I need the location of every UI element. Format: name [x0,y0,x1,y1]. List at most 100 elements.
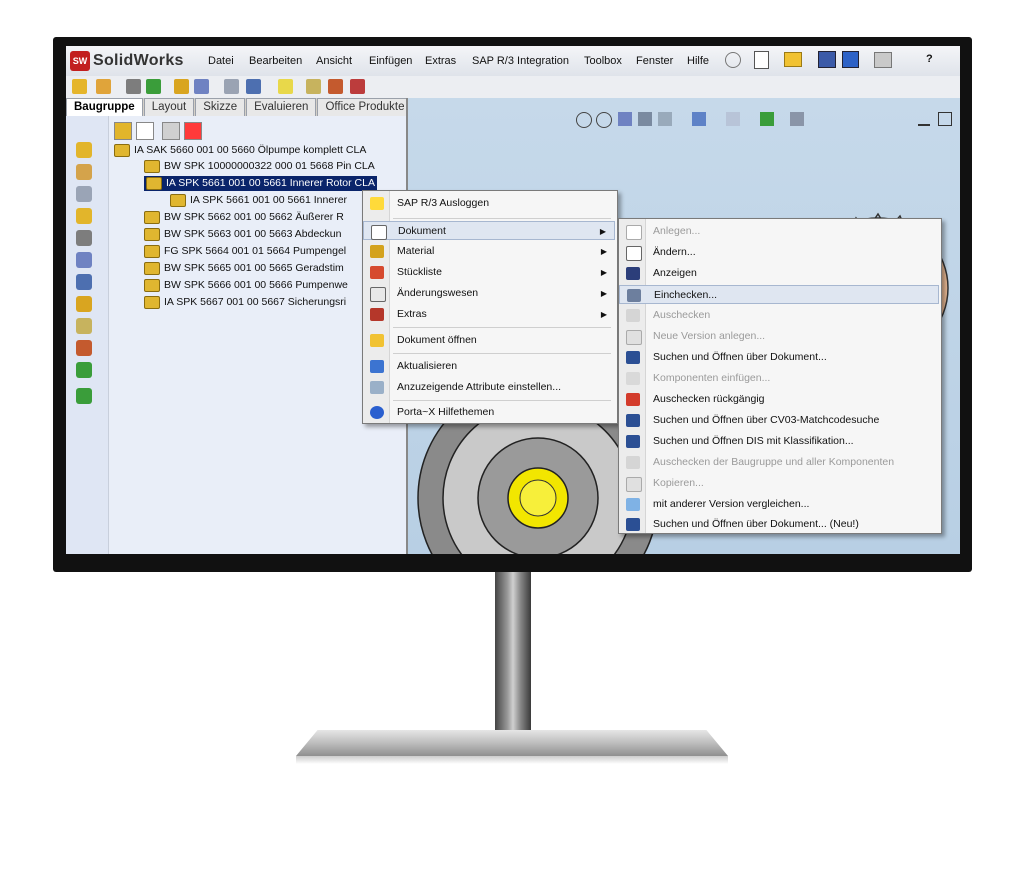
interference-icon[interactable] [350,79,365,94]
submenu-item-version-vergleichen[interactable]: mit anderer Version vergleichen... [619,495,939,514]
hide-show-items-icon[interactable] [726,112,740,126]
undo-icon[interactable] [874,52,892,68]
tree-item[interactable]: BW SPK 10000000322 000 01 5668 Pin CLA [144,159,375,174]
menu-sap-r3-integration[interactable]: SAP R/3 Integration [472,55,569,67]
tab-skizze[interactable]: Skizze [195,98,246,116]
menu-toolbox[interactable]: Toolbox [584,55,622,67]
menu-fenster[interactable]: Fenster [636,55,673,67]
panel-tool-icon[interactable] [76,296,92,312]
submenu-item-komponenten-einfuegen[interactable]: Komponenten einfügen... [619,369,939,388]
zoom-area-icon[interactable] [596,112,612,128]
submenu-item-kopieren[interactable]: Kopieren... [619,474,939,493]
help-menu-icon[interactable]: ? [926,53,933,65]
feature-tree-tab-icon[interactable] [114,122,132,140]
menu-item-sap-logout[interactable]: SAP R/3 Ausloggen [363,194,615,213]
view-orientation-icon[interactable] [658,112,672,126]
panel-tool-icon[interactable] [76,230,92,246]
open-icon[interactable] [784,52,802,67]
panel-tool-icon[interactable] [76,208,92,224]
submenu-item-aendern[interactable]: Ändern... [619,243,939,262]
rotate-component-icon[interactable] [194,79,209,94]
tree-item[interactable]: BW SPK 5663 001 00 5663 Abdeckun [144,227,341,242]
smart-fasteners-icon[interactable] [224,79,239,94]
checkin-icon [627,289,641,302]
pattern-icon[interactable] [146,79,161,94]
menu-item-dokument-oeffnen[interactable]: Dokument öffnen [363,331,615,350]
menu-hilfe[interactable]: Hilfe [687,55,709,67]
zoom-to-fit-icon[interactable] [576,112,592,128]
minimize-icon[interactable] [918,112,930,126]
tree-item[interactable]: IA SPK 5667 001 00 5667 Sicherungsri [144,295,346,310]
menu-separator [393,327,611,328]
menu-item-hilfethemen[interactable]: Porta~X Hilfethemen [363,403,615,422]
configuration-manager-tab-icon[interactable] [162,122,180,140]
submenu-item-auschecken[interactable]: Auschecken [619,306,939,325]
edit-appearance-icon[interactable] [760,112,774,126]
submenu-item-dis-klassifikation[interactable]: Suchen und Öffnen DIS mit Klassifikation… [619,432,939,451]
tree-item[interactable]: FG SPK 5664 001 01 5664 Pumpengel [144,244,346,259]
submenu-item-suchen-dokument[interactable]: Suchen und Öffnen über Dokument... [619,348,939,367]
panel-tool-icon[interactable] [76,340,92,356]
submenu-item-einchecken[interactable]: Einchecken... [619,285,939,304]
menu-item-attribute-einstellen[interactable]: Anzuzeigende Attribute einstellen... [363,378,615,397]
tree-item-root[interactable]: IA SAK 5660 001 00 5660 Ölpumpe komplett… [114,143,366,158]
explode-view-icon[interactable] [306,79,321,94]
panel-tool-icon[interactable] [76,164,92,180]
property-manager-tab-icon[interactable] [136,122,154,140]
menu-extras[interactable]: Extras [425,55,456,67]
tree-item[interactable]: BW SPK 5666 001 00 5666 Pumpenwe [144,278,348,293]
insert-component-icon[interactable] [72,79,87,94]
submenu-item-suchen-dokument-neu[interactable]: Suchen und Öffnen über Dokument... (Neu!… [619,515,939,534]
menu-datei[interactable]: Datei [208,55,234,67]
menu-item-extras[interactable]: Extras ▶ [363,305,615,324]
menu-bearbeiten[interactable]: Bearbeiten [249,55,302,67]
save-icon[interactable] [818,51,836,68]
tree-item[interactable]: IA SPK 5661 001 00 5661 Innerer [170,193,347,208]
tree-item-selected[interactable]: IA SPK 5661 001 00 5661 Innerer Rotor CL… [144,176,377,191]
reference-geometry-icon[interactable] [278,79,293,94]
help-icon [370,406,384,419]
panel-tool-icon[interactable] [76,318,92,334]
panel-tool-icon[interactable] [76,186,92,202]
sap-integration-tab-icon[interactable] [184,122,202,140]
section-view-icon[interactable] [638,112,652,126]
panel-tool-icon[interactable] [76,362,92,378]
submenu-item-anzeigen[interactable]: Anzeigen [619,264,939,283]
solidworks-logo-icon: SW [70,51,90,71]
menu-ansicht[interactable]: Ansicht [316,55,352,67]
scene-icon[interactable] [790,112,804,126]
bom-toolbar-icon[interactable] [328,79,343,94]
menu-item-material[interactable]: Material ▶ [363,242,615,261]
panel-tool-icon[interactable] [76,252,92,268]
new-document-icon[interactable] [754,51,769,69]
menu-item-aenderungswesen[interactable]: Änderungswesen ▶ [363,284,615,303]
submenu-item-neue-version[interactable]: Neue Version anlegen... [619,327,939,346]
tab-office-produkte[interactable]: Office Produkte [317,98,413,116]
submenu-item-auschecken-baugruppe[interactable]: Auschecken der Baugruppe und aller Kompo… [619,453,939,472]
panel-tool-icon[interactable] [76,274,92,290]
panel-tool-icon[interactable] [76,142,92,158]
menu-item-dokument[interactable]: Dokument ▶ [363,221,615,240]
new-part-icon[interactable] [96,79,111,94]
submenu-item-cv03-suche[interactable]: Suchen und Öffnen über CV03-Matchcodesuc… [619,411,939,430]
previous-view-icon[interactable] [618,112,632,126]
menu-item-stueckliste[interactable]: Stückliste ▶ [363,263,615,282]
tree-item[interactable]: BW SPK 5665 001 00 5665 Geradstim [144,261,344,276]
restore-icon[interactable] [938,112,952,126]
print-icon[interactable] [842,51,859,68]
panel-tool-icon[interactable] [76,388,92,404]
move-component-icon[interactable] [174,79,189,94]
tab-layout[interactable]: Layout [143,98,195,116]
mate-icon[interactable] [126,79,141,94]
submenu-item-anlegen[interactable]: Anlegen... [619,222,939,241]
menu-einfuegen[interactable]: Einfügen [369,55,412,67]
tab-evaluieren[interactable]: Evaluieren [246,98,317,116]
menu-item-aktualisieren[interactable]: Aktualisieren [363,357,615,376]
submenu-item-auschecken-rueckgaengig[interactable]: Auschecken rückgängig [619,390,939,409]
new-version-icon [626,330,642,345]
tab-baugruppe[interactable]: Baugruppe [66,98,143,116]
assembly-features-icon[interactable] [246,79,261,94]
tree-item[interactable]: BW SPK 5662 001 00 5662 Äußerer R [144,210,344,225]
pin-icon[interactable] [725,52,741,68]
display-style-icon[interactable] [692,112,706,126]
